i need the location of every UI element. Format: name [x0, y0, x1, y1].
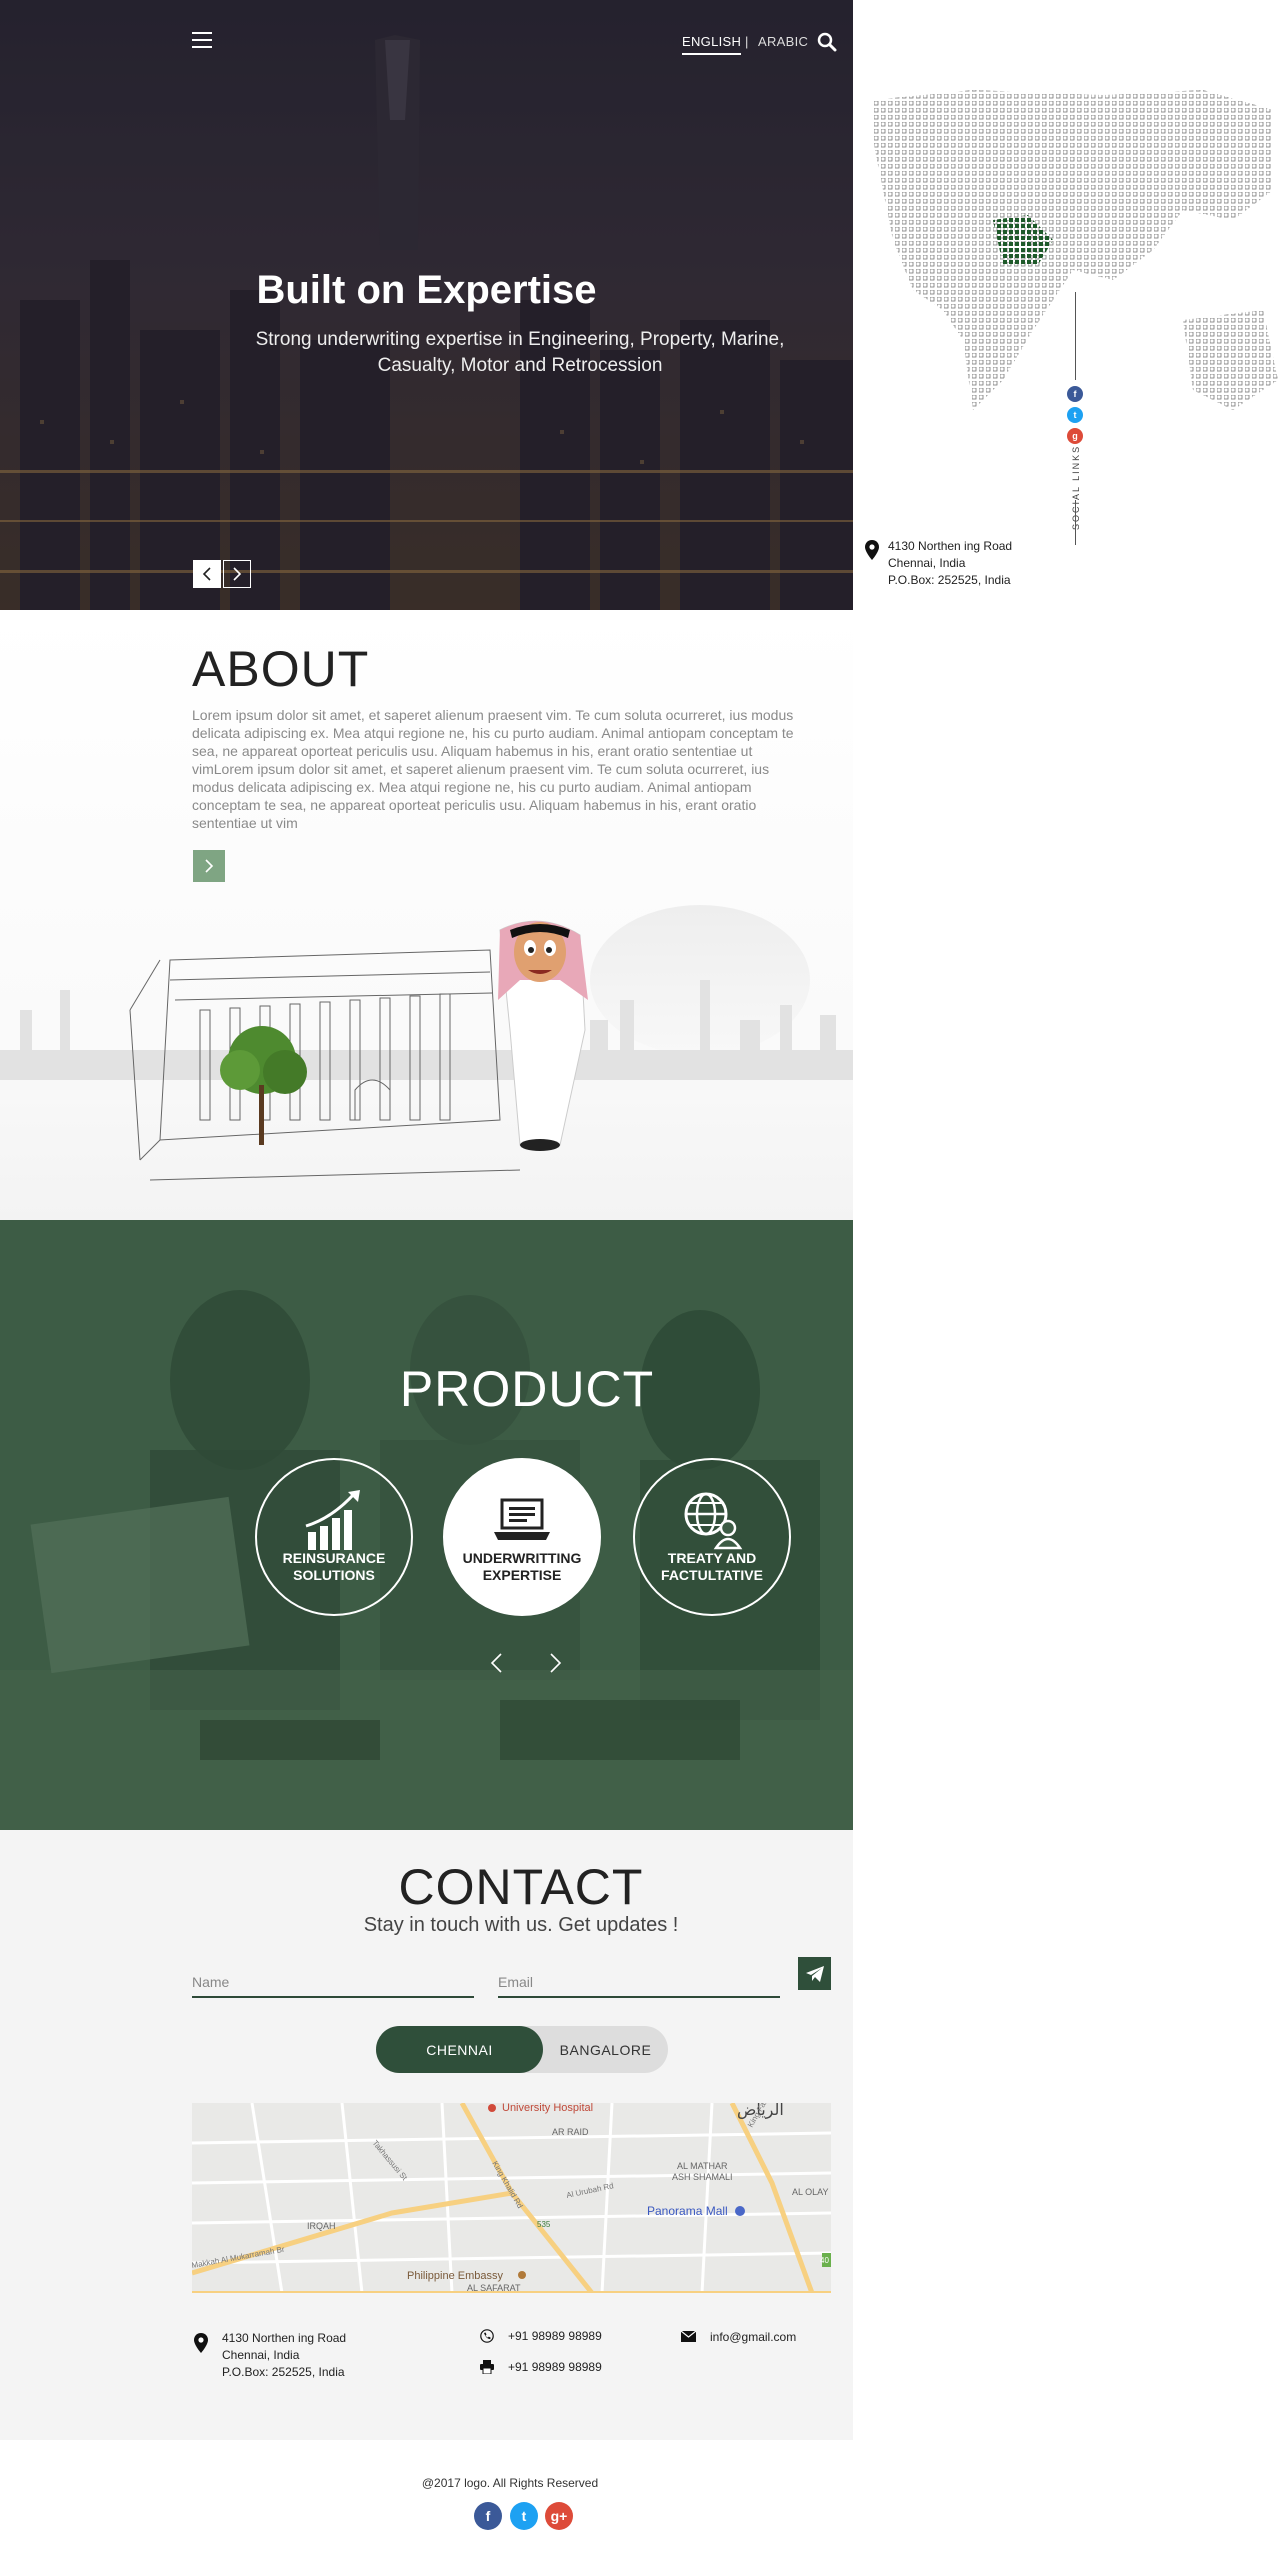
chevron-right-icon	[233, 567, 242, 581]
contact-title: CONTACT	[398, 1859, 644, 1915]
about-illustration	[0, 905, 853, 1181]
contact-fax: +91 98989 98989	[508, 2360, 602, 2374]
facebook-icon[interactable]: f	[474, 2502, 502, 2530]
chevron-right-icon	[205, 859, 214, 873]
tab-bangalore[interactable]: BANGALORE	[543, 2026, 668, 2073]
city-toggle: CHENNAI BANGALORE	[376, 2026, 668, 2073]
facebook-icon[interactable]: f	[1067, 386, 1083, 402]
product-prev-arrow[interactable]	[487, 1652, 507, 1674]
contact-phone[interactable]: +91 98989 98989	[508, 2328, 602, 2345]
twitter-icon[interactable]: t	[510, 2502, 538, 2530]
hero-section: ENGLISH | ARABIC Built on Expertise Stro…	[0, 0, 853, 610]
about-section: ABOUT Lorem ipsum dolor sit amet, et sap…	[0, 610, 853, 1220]
map-label-al-mathar: AL MATHAR	[677, 2161, 728, 2171]
google-plus-icon[interactable]: g	[1067, 428, 1083, 444]
location-map[interactable]: University Hospital الرياض AR RAID AL MA…	[192, 2103, 831, 2293]
fax-icon	[480, 2360, 494, 2374]
contact-subtitle: Stay in touch with us. Get updates !	[363, 1914, 679, 1936]
map-label-hospital: University Hospital	[502, 2103, 593, 2114]
lang-arabic-link[interactable]: ARABIC	[758, 34, 808, 49]
email-field[interactable]: Email	[498, 1968, 780, 1998]
product-next-arrow[interactable]	[545, 1652, 565, 1674]
tab-chennai[interactable]: CHENNAI	[376, 2026, 543, 2073]
side-address-line3: P.O.Box: 252525, India	[888, 573, 1011, 587]
map-label-road-535: 535	[537, 2220, 551, 2229]
google-plus-icon[interactable]: g+	[545, 2502, 573, 2530]
product-label-reinsurance: REINSURANCE SOLUTIONS	[282, 1550, 386, 1583]
lang-english-link[interactable]: ENGLISH	[682, 34, 742, 55]
name-field[interactable]: Name	[192, 1968, 474, 1998]
hero-title: Built on Expertise	[256, 268, 597, 312]
location-pin-icon	[865, 540, 879, 560]
about-body: Lorem ipsum dolor sit amet, et saperet a…	[192, 707, 794, 831]
social-links-label: SOCIAL LINKS	[1071, 444, 1081, 530]
hero-subtitle: Strong underwriting expertise in Enginee…	[255, 329, 785, 376]
search-icon[interactable]	[817, 32, 837, 52]
laptop-icon	[494, 1498, 550, 1540]
map-label-ar-raid: AR RAID	[552, 2127, 589, 2137]
map-label-al-olay: AL OLAY	[792, 2187, 829, 2197]
menu-icon[interactable]	[192, 32, 212, 48]
social-divider-bottom	[1075, 500, 1076, 545]
dotted-world-map	[873, 90, 1278, 410]
slider-prev-button[interactable]	[193, 560, 221, 588]
map-label-panorama: Panorama Mall	[647, 2204, 728, 2218]
about-more-button[interactable]	[193, 850, 225, 882]
slider-next-button[interactable]	[223, 560, 251, 588]
about-title: ABOUT	[192, 641, 370, 697]
globe-user-icon	[684, 1492, 743, 1550]
location-pin-icon	[194, 2333, 208, 2353]
contact-email[interactable]: info@gmail.com	[710, 2329, 796, 2346]
contact-address-line1: 4130 Northen ing Road	[222, 2331, 347, 2345]
map-label-philippine: Philippine Embassy	[407, 2270, 503, 2282]
social-divider-top	[1075, 292, 1076, 380]
side-address-line1: 4130 Northen ing Road	[888, 539, 1013, 553]
map-label-al-safarat: AL SAFARAT	[467, 2283, 521, 2293]
product-title: PRODUCT	[399, 1361, 655, 1417]
phone-icon	[480, 2329, 494, 2343]
side-address: 4130 Northen ing Road Chennai, India P.O…	[888, 538, 1012, 589]
side-address-line2: Chennai, India	[888, 556, 966, 570]
contact-section: CONTACT Stay in touch with us. Get updat…	[0, 1830, 853, 2440]
contact-address-line3: P.O.Box: 252525, India	[222, 2365, 345, 2379]
mail-icon	[681, 2331, 696, 2342]
chevron-left-icon	[202, 567, 211, 581]
map-label-road-40: 40	[820, 2256, 829, 2265]
product-label-treaty: TREATY AND FACTULTATIVE	[661, 1550, 763, 1583]
page: ENGLISH | ARABIC Built on Expertise Stro…	[0, 0, 1280, 2576]
side-panel: f t g SOCIAL LINKS 4130 Northen ing Road…	[853, 0, 1280, 610]
product-card-underwriting[interactable]: UNDERWRITTING EXPERTISE	[443, 1458, 601, 1616]
twitter-icon[interactable]: t	[1067, 407, 1083, 423]
copyright-text: @2017 logo. All Rights Reserved	[421, 2476, 599, 2490]
contact-address-line2: Chennai, India	[222, 2348, 300, 2362]
map-roads: University Hospital الرياض AR RAID AL MA…	[192, 2103, 831, 2293]
lang-separator: |	[745, 34, 749, 49]
paper-plane-icon	[805, 1965, 824, 1982]
footer: @2017 logo. All Rights Reserved f t g+	[0, 2440, 853, 2576]
map-label-irqah: IRQAH	[307, 2221, 336, 2231]
product-card-reinsurance[interactable]: REINSURANCE SOLUTIONS	[255, 1458, 413, 1616]
send-button[interactable]	[798, 1957, 831, 1990]
growth-chart-icon	[305, 1490, 360, 1550]
map-label-ash-shamali: ASH SHAMALI	[672, 2172, 733, 2182]
product-label-underwriting: UNDERWRITTING EXPERTISE	[462, 1550, 582, 1583]
product-section: PRODUCT REINSURANCE SOLUTIONS UNDERWRITT…	[0, 1220, 853, 1830]
product-card-treaty[interactable]: TREATY AND FACTULTATIVE	[633, 1458, 791, 1616]
contact-address: 4130 Northen ing Road Chennai, India P.O…	[222, 2330, 346, 2381]
